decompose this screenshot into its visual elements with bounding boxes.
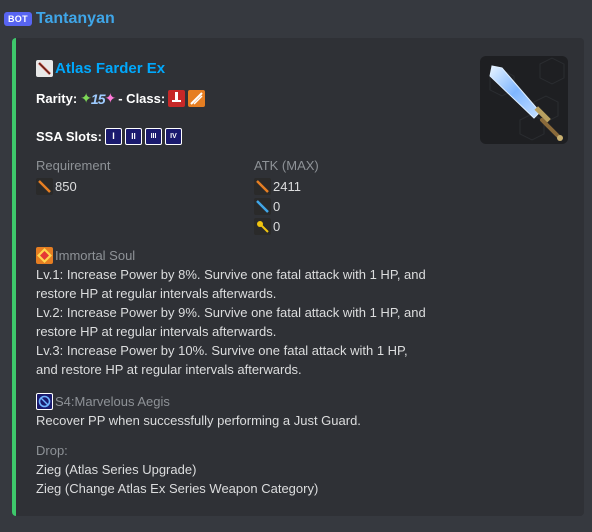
potential-name: Immortal Soul	[55, 248, 136, 263]
embed-title-row: Atlas Farder Ex	[36, 60, 165, 77]
message-header: BOT Tantanyan	[0, 8, 115, 30]
atk-tech-row: 0	[254, 216, 319, 236]
ssa-slot-3-icon: III	[144, 128, 162, 145]
drop-section: Drop: Zieg (Atlas Series Upgrade) Zieg (…	[36, 441, 476, 498]
requirement-field: Requirement 850	[36, 156, 110, 196]
potential-section: Immortal Soul Lv.1: Increase Power by 8%…	[36, 246, 476, 379]
ssa-title: S4:Marvelous Aegis	[36, 392, 476, 411]
ssa-icon	[36, 393, 53, 410]
requirement-label: Requirement	[36, 158, 111, 173]
ssa-slot-4-icon: IV	[164, 128, 182, 145]
sword-class-icon	[36, 60, 53, 77]
potential-line-2: restore HP at regular intervals afterwar…	[36, 286, 277, 301]
ssa-slot-2-icon: II	[124, 128, 142, 145]
ssa-section: S4:Marvelous Aegis Recover PP when succe…	[36, 392, 476, 430]
hunter-class-icon	[168, 90, 186, 107]
potential-title: Immortal Soul	[36, 246, 476, 265]
atk-tech-value: 0	[273, 218, 281, 234]
potential-line-3: Lv.2: Increase Power by 9%. Survive one …	[36, 305, 426, 320]
drop-line-1: Zieg (Atlas Series Upgrade)	[36, 462, 197, 477]
atk-label: ATK (MAX)	[254, 158, 319, 173]
atk-field: ATK (MAX) 2411 0 0	[254, 156, 319, 236]
rarity-label: Rarity:	[36, 91, 78, 106]
tech-atk-icon	[254, 217, 271, 235]
melee-power-icon	[36, 177, 53, 195]
rarity-value: 15	[90, 90, 106, 107]
potential-line-1: Lv.1: Increase Power by 8%. Survive one …	[36, 267, 426, 282]
atk-ranged-row: 0	[254, 196, 319, 216]
rarity-icon: ✦ 15 ✦	[80, 90, 116, 107]
ssa-slot-1-icon: I	[104, 128, 122, 145]
drop-label: Drop:	[36, 443, 68, 458]
embed-title[interactable]: Atlas Farder Ex	[55, 60, 165, 77]
ssa-slots-row: SSA Slots: I II III IV	[36, 128, 182, 145]
atk-ranged-value: 0	[273, 198, 281, 214]
requirement-row: 850	[36, 176, 110, 196]
embed-card: Atlas Farder Ex Rarity: ✦ 15 ✦ - Class: SS…	[12, 38, 584, 516]
bot-badge: BOT	[4, 12, 32, 26]
weapon-thumbnail[interactable]	[480, 56, 568, 144]
bot-username[interactable]: Tantanyan	[36, 10, 115, 28]
atk-melee-row: 2411	[254, 176, 319, 196]
potential-line-4: restore HP at regular intervals afterwar…	[36, 324, 277, 339]
potential-icon	[36, 247, 53, 264]
ssa-slots-label: SSA Slots:	[36, 129, 102, 144]
drop-line-2: Zieg (Change Atlas Ex Series Weapon Cate…	[36, 481, 319, 496]
ssa-description: Recover PP when successfully performing …	[36, 413, 361, 428]
atk-melee-value: 2411	[273, 178, 301, 194]
ssa-name: S4:Marvelous Aegis	[55, 394, 170, 409]
rarity-class-row: Rarity: ✦ 15 ✦ - Class:	[36, 90, 206, 107]
class-label: - Class:	[118, 91, 166, 106]
melee-atk-icon	[254, 177, 271, 195]
requirement-value: 850	[55, 178, 77, 194]
ranged-atk-icon	[254, 197, 271, 215]
potential-line-6: and restore HP at regular intervals afte…	[36, 362, 302, 377]
fighter-class-icon	[188, 90, 206, 107]
potential-line-5: Lv.3: Increase Power by 10%. Survive one…	[36, 343, 408, 358]
